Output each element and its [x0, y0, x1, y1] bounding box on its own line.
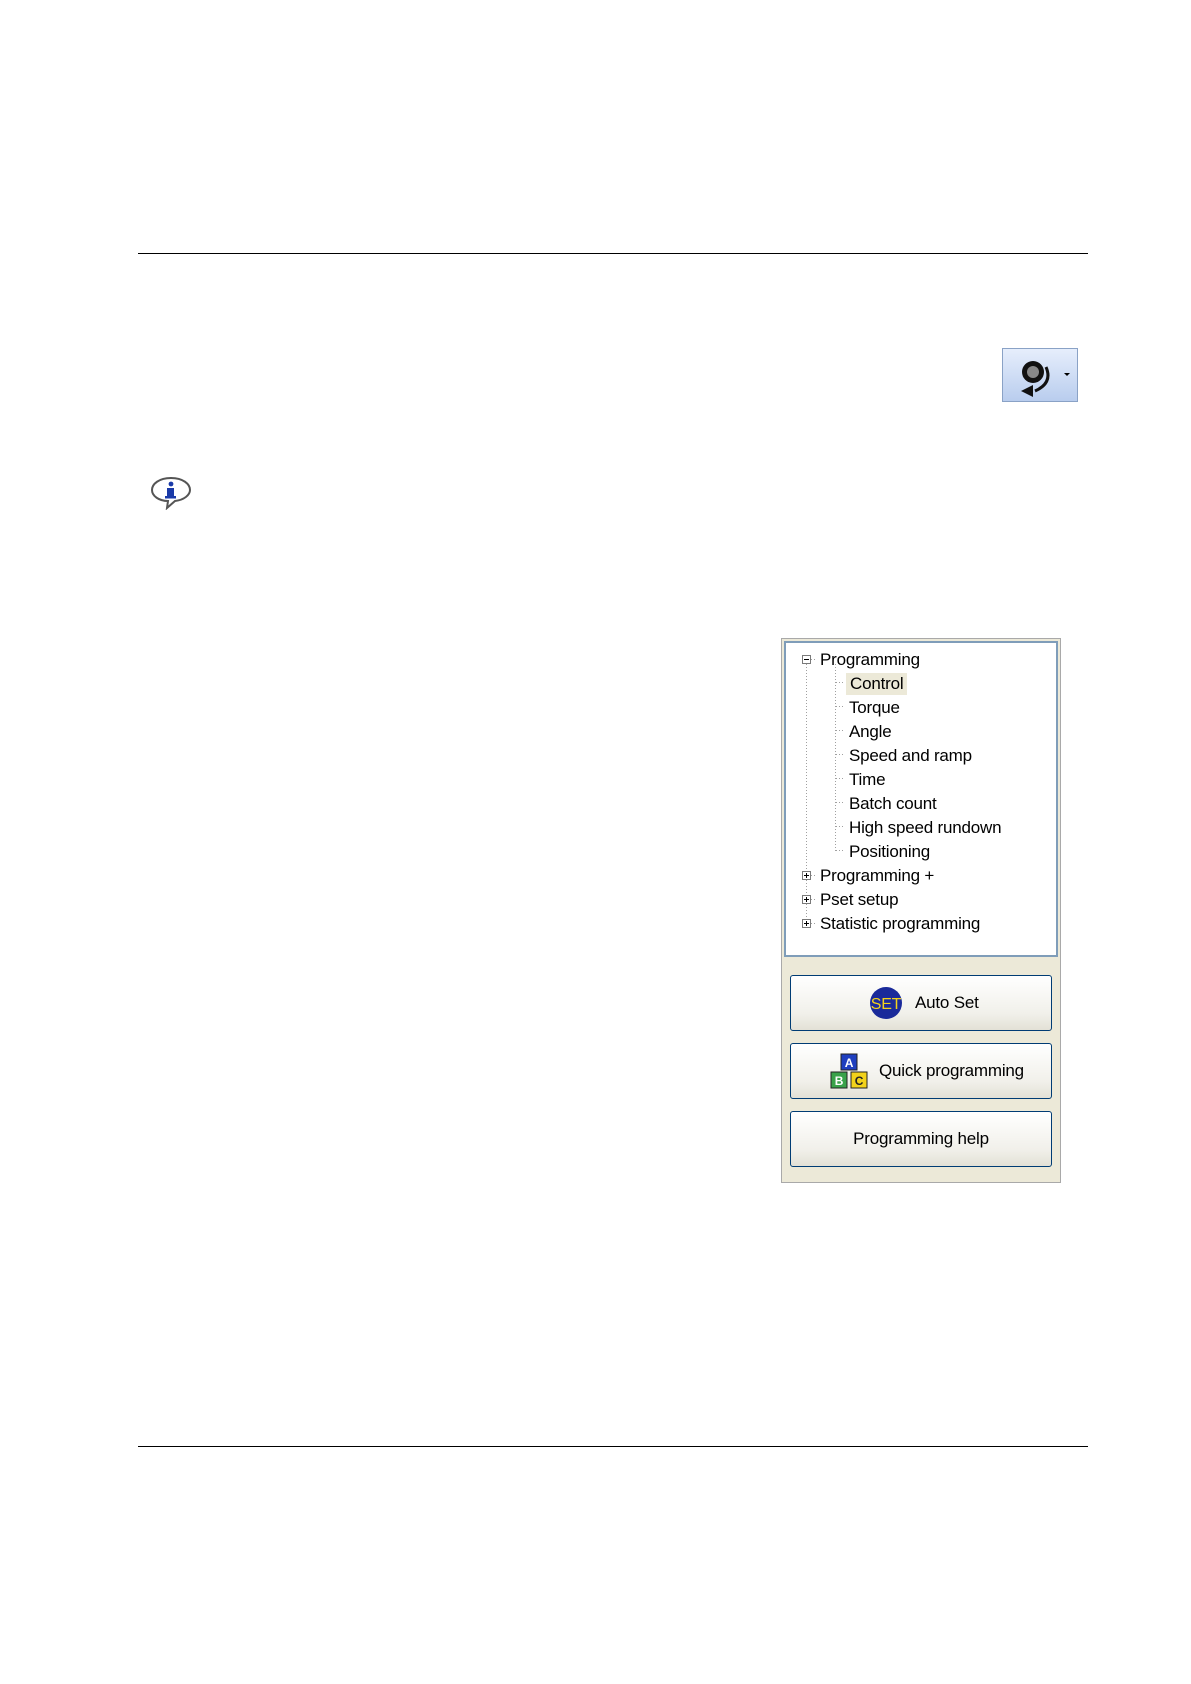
tightening-program-icon [1021, 361, 1050, 397]
collapse-icon[interactable] [802, 655, 811, 664]
abc-blocks-icon: A B C [830, 1053, 868, 1089]
programming-panel: Programming Control Torque Angle Speed a… [781, 638, 1061, 1183]
expand-icon[interactable] [802, 871, 811, 880]
expand-icon[interactable] [802, 919, 811, 928]
block-letter-c: C [855, 1074, 864, 1088]
block-letter-a: A [845, 1056, 854, 1070]
program-dropdown-button[interactable] [1002, 348, 1078, 402]
auto-set-button[interactable]: SET Auto Set [790, 975, 1052, 1031]
programming-tree[interactable]: Programming Control Torque Angle Speed a… [784, 641, 1058, 957]
tree-node-torque[interactable]: Torque [849, 697, 900, 719]
expand-icon[interactable] [802, 895, 811, 904]
chevron-down-icon[interactable] [1064, 373, 1070, 376]
tree-node-time[interactable]: Time [849, 769, 886, 791]
tree-node-positioning[interactable]: Positioning [849, 841, 930, 863]
set-icon: SET [870, 987, 902, 1019]
auto-set-label: Auto Set [915, 993, 979, 1012]
tree-node-statistic-programming[interactable]: Statistic programming [820, 913, 980, 935]
tree-node-speed-and-ramp[interactable]: Speed and ramp [849, 745, 972, 767]
tree-node-angle[interactable]: Angle [849, 721, 892, 743]
block-letter-b: B [835, 1074, 844, 1088]
info-speech-bubble-icon [150, 476, 192, 510]
tree-node-programming[interactable]: Programming [820, 649, 920, 671]
tree-node-pset-setup[interactable]: Pset setup [820, 889, 899, 911]
quick-programming-button[interactable]: A B C Quick programming [790, 1043, 1052, 1099]
quick-programming-label: Quick programming [879, 1061, 1024, 1080]
tree-node-programming-plus[interactable]: Programming + [820, 865, 934, 887]
tree-node-batch-count[interactable]: Batch count [849, 793, 937, 815]
tree-node-high-speed-rundown[interactable]: High speed rundown [849, 817, 1002, 839]
programming-help-label: Programming help [853, 1129, 989, 1148]
programming-help-button[interactable]: Programming help [790, 1111, 1052, 1167]
footer-rule [138, 1446, 1088, 1447]
header-rule [138, 253, 1088, 254]
tree-node-control[interactable]: Control [846, 673, 908, 695]
set-icon-label: SET [871, 996, 902, 1013]
